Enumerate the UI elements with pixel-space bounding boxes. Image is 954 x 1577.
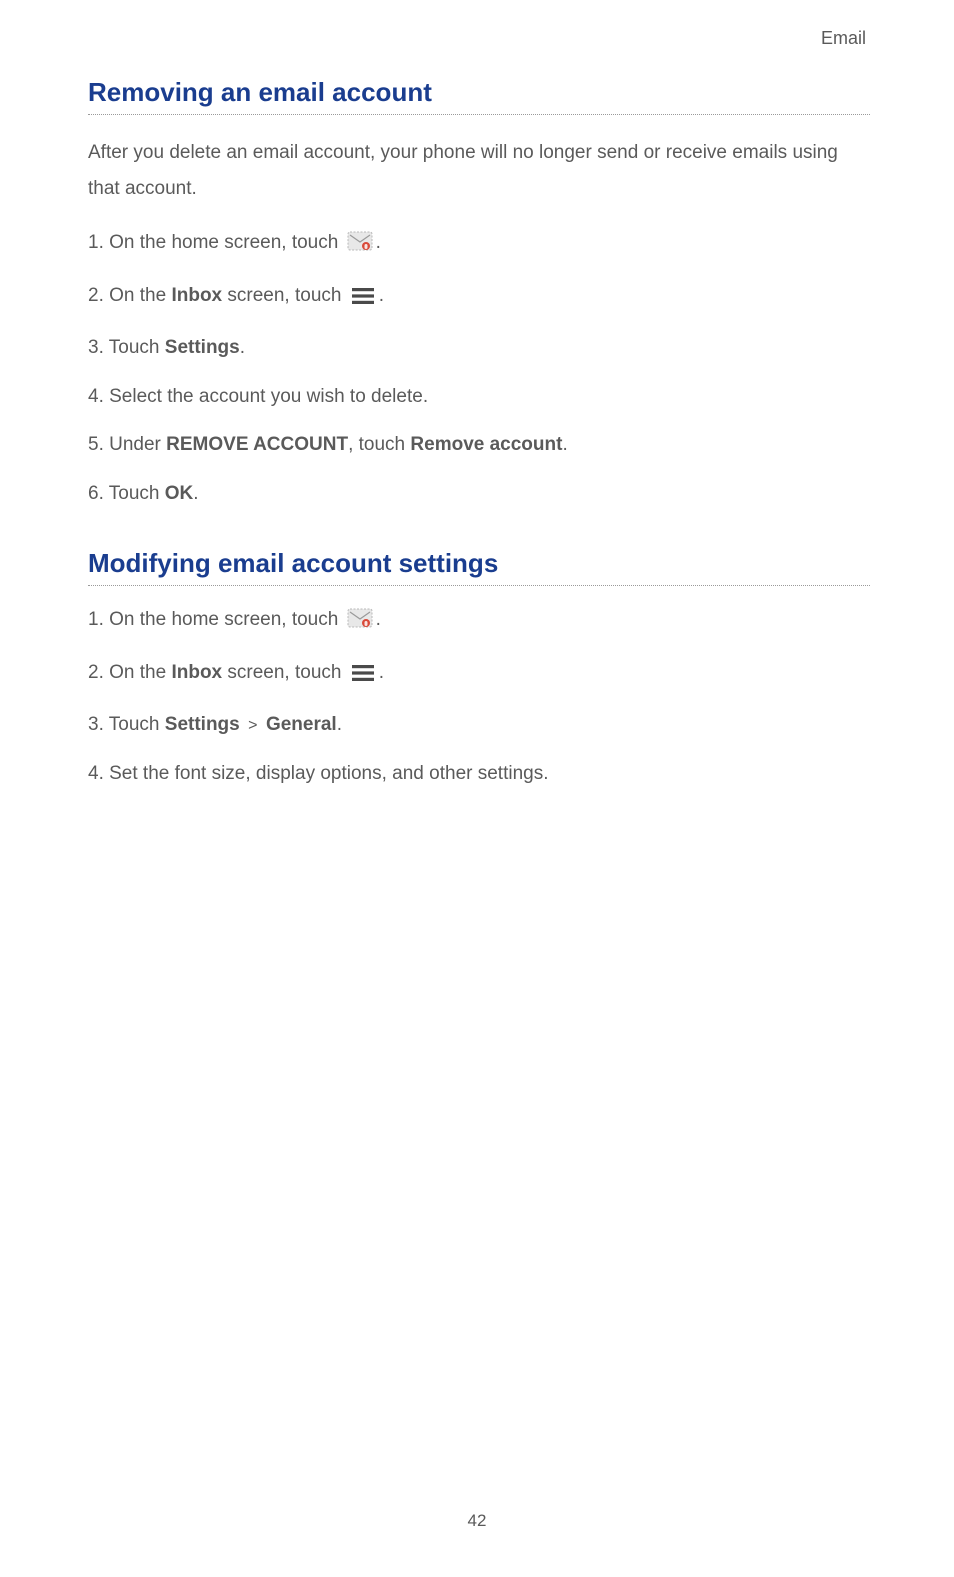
step-text: .	[240, 337, 245, 358]
step-number: 4.	[88, 386, 109, 407]
step-number: 4.	[88, 763, 109, 784]
step-number: 2.	[88, 285, 109, 306]
bold-settings: Settings	[165, 337, 240, 358]
step-number: 1.	[88, 232, 109, 253]
step-4: 4. Select the account you wish to delete…	[88, 383, 870, 412]
hamburger-menu-icon	[350, 286, 376, 315]
step-text: .	[376, 232, 381, 253]
hamburger-menu-icon	[350, 663, 376, 692]
bold-ok: OK	[165, 483, 194, 504]
chevron-right-icon: >	[244, 717, 262, 734]
step-text: .	[562, 434, 567, 455]
step-text: .	[193, 483, 198, 504]
step-text: .	[337, 714, 342, 735]
step-text: Select the account you wish to delete.	[109, 386, 428, 407]
step-5: 5. Under REMOVE ACCOUNT, touch Remove ac…	[88, 431, 870, 460]
page-number: 42	[0, 1511, 954, 1531]
bold-general: General	[266, 714, 337, 735]
bold-inbox: Inbox	[171, 285, 222, 306]
step-4-s2: 4. Set the font size, display options, a…	[88, 760, 870, 789]
step-text: On the home screen, touch	[109, 609, 343, 630]
step-2: 2. On the Inbox screen, touch .	[88, 282, 870, 315]
step-text: .	[379, 662, 384, 683]
step-text: Touch	[109, 337, 165, 358]
step-3: 3. Touch Settings.	[88, 334, 870, 363]
chapter-label: Email	[88, 28, 870, 49]
bold-remove-account: Remove account	[410, 434, 562, 455]
step-text: Touch	[109, 483, 165, 504]
step-text: , touch	[348, 434, 410, 455]
step-number: 3.	[88, 337, 109, 358]
bold-settings: Settings	[165, 714, 240, 735]
step-3-s2: 3. Touch Settings > General.	[88, 711, 870, 740]
step-text: .	[376, 609, 381, 630]
step-text: On the	[109, 662, 171, 683]
step-number: 1.	[88, 609, 109, 630]
step-2-s2: 2. On the Inbox screen, touch .	[88, 659, 870, 692]
section-heading-removing: Removing an email account	[88, 77, 870, 115]
step-1-s2: 1. On the home screen, touch .	[88, 606, 870, 639]
step-text: Under	[109, 434, 166, 455]
step-6: 6. Touch OK.	[88, 480, 870, 509]
step-number: 3.	[88, 714, 109, 735]
step-number: 6.	[88, 483, 109, 504]
step-text: .	[379, 285, 384, 306]
step-text: screen, touch	[222, 285, 347, 306]
bold-inbox: Inbox	[171, 662, 222, 683]
step-1: 1. On the home screen, touch .	[88, 229, 870, 262]
intro-paragraph: After you delete an email account, your …	[88, 135, 870, 207]
step-text: On the home screen, touch	[109, 232, 343, 253]
email-app-icon	[347, 230, 373, 262]
step-text: On the	[109, 285, 171, 306]
section-heading-modifying: Modifying email account settings	[88, 548, 870, 586]
bold-remove-account-caps: REMOVE ACCOUNT	[166, 434, 348, 455]
step-number: 2.	[88, 662, 109, 683]
step-text: screen, touch	[222, 662, 347, 683]
step-number: 5.	[88, 434, 109, 455]
email-app-icon	[347, 607, 373, 639]
step-text: Touch	[109, 714, 165, 735]
step-text: Set the font size, display options, and …	[109, 763, 548, 784]
